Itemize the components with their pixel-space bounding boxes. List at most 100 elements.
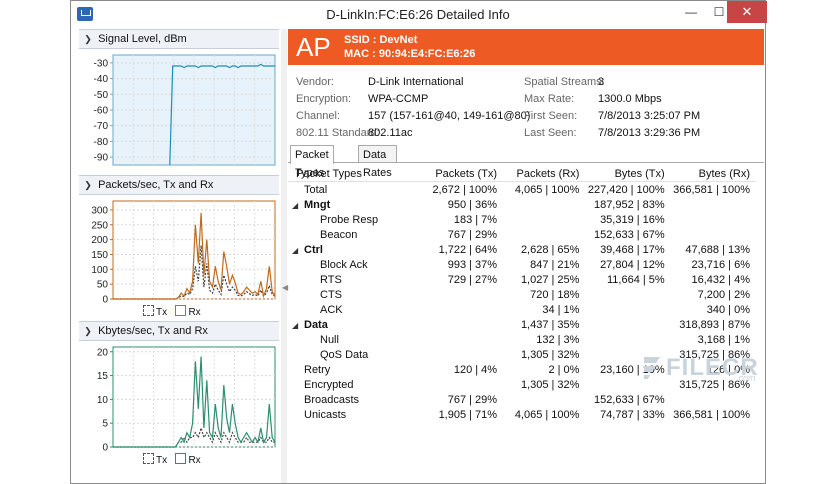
table-row[interactable]: ACK 34 | 1% 340 | 0%: [288, 302, 756, 317]
row-label: ◢ Mngt: [288, 197, 421, 212]
table-row[interactable]: Total 2,672 | 100% 4,065 | 100% 227,420 | 1…: [288, 182, 756, 198]
tab-data-rates[interactable]: Data Rates: [358, 145, 397, 179]
cell-tx: 183 | 7%: [453, 213, 498, 226]
cell-btx: 27,804 | 12%: [600, 258, 665, 271]
collapse-chevron-icon[interactable]: ❯: [81, 30, 95, 48]
kbytes-chart: 0 5 10 15 20: [79, 341, 279, 454]
table-row[interactable]: Null 132 | 3% 3,168 | 1%: [288, 332, 756, 347]
collapse-chevron-icon[interactable]: ❯: [81, 176, 95, 194]
cell-btx: 74,787 | 33%: [600, 408, 665, 421]
cell-tx: 767 | 29%: [447, 393, 498, 406]
cell-brx: 16,432 | 4%: [691, 273, 750, 286]
channel-value: 157 (157-161@40, 149-161@80): [368, 110, 531, 122]
tab-packet-types[interactable]: Packet Types: [290, 145, 334, 179]
expand-triangle-icon[interactable]: ◢: [292, 246, 304, 255]
expand-triangle-icon[interactable]: ◢: [292, 201, 304, 210]
kbytes-panel-header[interactable]: ❯ Kbytes/sec, Tx and Rx: [79, 321, 279, 341]
cell-btx: 39,468 | 17%: [600, 243, 665, 256]
cell-brx: 3,168 | 1%: [697, 333, 750, 346]
cell-brx: 318,893 | 87%: [679, 318, 750, 331]
col-packets-tx[interactable]: Packets (Tx): [420, 166, 504, 182]
cell-btx: 187,952 | 83%: [593, 198, 665, 211]
table-row[interactable]: Block Ack 993 | 37% 847 | 21% 27,804 | 12% 2…: [288, 257, 756, 272]
cell-rx: 720 | 18%: [530, 288, 580, 301]
row-label-text: RTS: [320, 273, 342, 286]
cell-tx: [421, 302, 503, 317]
details-pane: AP SSID : DevNet MAC : 90:94:E4:FC:E6:26…: [288, 29, 764, 483]
table-row[interactable]: Retry 120 | 4% 2 | 0% 23,160 | 10% 126 | 0%: [288, 362, 756, 377]
y-tick-label: 150: [91, 250, 108, 261]
title-bar: D-LinkIn:FC:E6:26 Detailed Info — ☐ ✕: [71, 1, 767, 29]
table-row[interactable]: ◢ Data 1,437 | 35% 318,893 | 87%: [288, 317, 756, 332]
cell-btx: [585, 332, 670, 347]
y-tick-label: 10: [97, 395, 109, 406]
lastseen-label: Last Seen:: [524, 127, 577, 139]
table-row[interactable]: Probe Resp 183 | 7% 35,319 | 16%: [288, 212, 756, 227]
table-row[interactable]: QoS Data 1,305 | 32% 315,725 | 86%: [288, 347, 756, 362]
encryption-value: WPA-CCMP: [368, 93, 429, 105]
col-packets-rx[interactable]: Packets (Rx): [503, 166, 586, 182]
cell-rx: 1,437 | 35%: [520, 318, 580, 331]
packets-panel-title: Packets/sec, Tx and Rx: [98, 179, 214, 191]
vendor-label: Vendor:: [296, 76, 334, 88]
table-body: Total 2,672 | 100% 4,065 | 100% 227,420 | 1…: [288, 182, 756, 423]
table-row[interactable]: Encrypted 1,305 | 32% 315,725 | 86%: [288, 377, 756, 392]
row-label-text: QoS Data: [320, 348, 369, 361]
table-row[interactable]: Broadcasts 767 | 29% 152,633 | 67%: [288, 392, 756, 407]
cell-btx: 35,319 | 16%: [600, 213, 665, 226]
y-tick-label: 0: [102, 295, 108, 304]
table-row[interactable]: RTS 729 | 27% 1,027 | 25% 11,664 | 5% 16,432…: [288, 272, 756, 287]
maxrate-label: Max Rate:: [524, 93, 575, 105]
cell-tx: 767 | 29%: [447, 228, 498, 241]
minimize-button[interactable]: —: [677, 1, 705, 23]
y-tick-label: -60: [94, 106, 109, 117]
standard-value: 802.11ac: [368, 127, 413, 139]
table-row[interactable]: CTS 720 | 18% 7,200 | 2%: [288, 287, 756, 302]
row-label-text: Ctrl: [304, 243, 323, 256]
expand-triangle-icon[interactable]: ◢: [292, 321, 304, 330]
row-label: CTS: [288, 287, 421, 302]
row-label: Encrypted: [288, 377, 421, 392]
panel-splitter[interactable]: [281, 29, 287, 483]
packets-chart-svg: 0 50 100 150 200 250 300: [91, 200, 276, 306]
cell-btx: [585, 347, 670, 362]
ap-badge: AP: [296, 32, 331, 62]
packets-legend: Tx Rx: [143, 305, 201, 318]
packets-panel-header[interactable]: ❯ Packets/sec, Tx and Rx: [79, 175, 279, 195]
maxrate-value: 1300.0 Mbps: [598, 93, 662, 105]
table-row[interactable]: Beacon 767 | 29% 152,633 | 67%: [288, 227, 756, 242]
cell-brx: [671, 392, 756, 407]
mac-text: MAC : 90:94:E4:FC:E6:26: [344, 48, 476, 60]
cell-tx: 2,672 | 100%: [432, 183, 498, 196]
cell-tx: 1,905 | 71%: [438, 408, 498, 421]
row-label-text: Data: [304, 318, 328, 331]
collapse-chevron-icon[interactable]: ❯: [81, 322, 95, 340]
cell-brx: 7,200 | 2%: [697, 288, 750, 301]
y-tick-label: 300: [91, 205, 108, 216]
col-bytes-rx[interactable]: Bytes (Rx): [670, 166, 756, 182]
cell-brx: 315,725 | 86%: [679, 378, 750, 391]
signal-chart: -30 -40 -50 -60 -70 -80 -90: [79, 49, 279, 169]
row-label-text: Null: [320, 333, 339, 346]
cell-btx: 152,633 | 67%: [593, 228, 665, 241]
table-row[interactable]: Unicasts 1,905 | 71% 4,065 | 100% 74,787 | …: [288, 407, 756, 422]
table-row[interactable]: ◢ Mngt 950 | 36% 187,952 | 83%: [288, 197, 756, 212]
row-label-text: Retry: [304, 363, 331, 376]
row-label-text: Total: [304, 183, 328, 196]
tx-swatch: [143, 453, 154, 464]
row-label: Null: [288, 332, 421, 347]
signal-panel-header[interactable]: ❯ Signal Level, dBm: [79, 29, 279, 49]
cell-tx: [421, 317, 503, 332]
cell-rx: [503, 212, 585, 227]
close-button[interactable]: ✕: [727, 1, 767, 23]
cell-brx: [671, 212, 756, 227]
table-header-row: Packet Types Packets (Tx) Packets (Rx) B…: [288, 166, 756, 182]
cell-brx: 315,725 | 86%: [679, 348, 750, 361]
cell-rx: 132 | 3%: [536, 333, 580, 346]
ssid-text: SSID : DevNet: [344, 34, 418, 46]
table-row[interactable]: ◢ Ctrl 1,722 | 64% 2,628 | 65% 39,468 | 17% 4…: [288, 242, 756, 257]
cell-btx: 11,664 | 5%: [607, 273, 665, 286]
y-tick-label: -30: [94, 58, 109, 69]
splitter-grip-icon[interactable]: ◀: [282, 283, 288, 297]
col-bytes-tx[interactable]: Bytes (Tx): [585, 166, 671, 182]
